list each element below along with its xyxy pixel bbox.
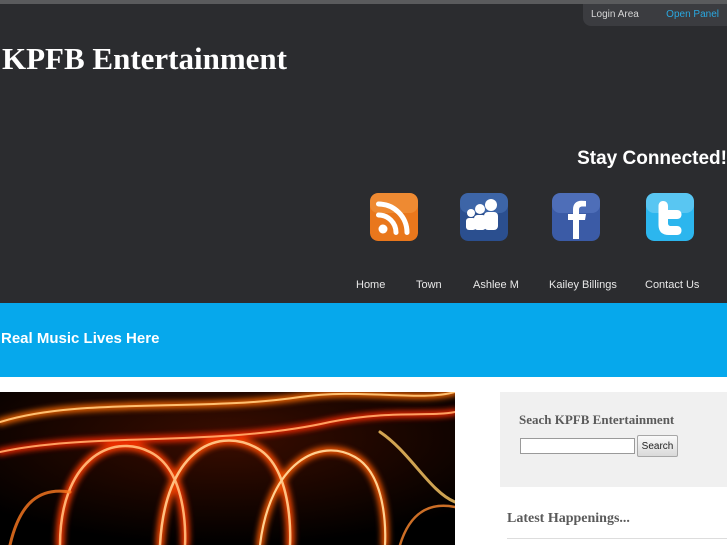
nav-item-home[interactable]: Home — [356, 279, 385, 291]
nav-item-town[interactable]: Town — [416, 279, 442, 291]
site-title[interactable]: KPFB Entertainment — [2, 41, 287, 77]
search-widget: Seach KPFB Entertainment Search — [500, 392, 727, 487]
rss-icon[interactable] — [370, 193, 418, 241]
tagline-banner: Real Music Lives Here — [0, 303, 727, 377]
login-panel: Login Area Open Panel — [583, 4, 727, 26]
tagline: Real Music Lives Here — [1, 330, 160, 347]
latest-happenings-title: Latest Happenings... — [507, 511, 630, 526]
facebook-icon[interactable] — [552, 193, 600, 241]
stay-connected-heading: Stay Connected! — [577, 148, 727, 169]
search-input[interactable] — [520, 438, 635, 454]
latest-happenings-widget: Latest Happenings... — [500, 497, 727, 545]
search-widget-title: Seach KPFB Entertainment — [519, 412, 675, 427]
nav-item-kailey-billings[interactable]: Kailey Billings — [549, 279, 617, 291]
main-nav: Home Town Ashlee M Kailey Billings Conta… — [0, 279, 727, 295]
login-area-label: Login Area — [591, 9, 639, 20]
open-panel-link[interactable]: Open Panel — [666, 4, 719, 25]
nav-item-contact-us[interactable]: Contact Us — [645, 279, 699, 291]
divider — [507, 538, 727, 539]
search-button[interactable]: Search — [637, 435, 678, 457]
twitter-icon[interactable] — [646, 193, 694, 241]
nav-item-ashlee-m[interactable]: Ashlee M — [473, 279, 519, 291]
hero-image — [0, 392, 455, 545]
myspace-icon[interactable] — [460, 193, 508, 241]
